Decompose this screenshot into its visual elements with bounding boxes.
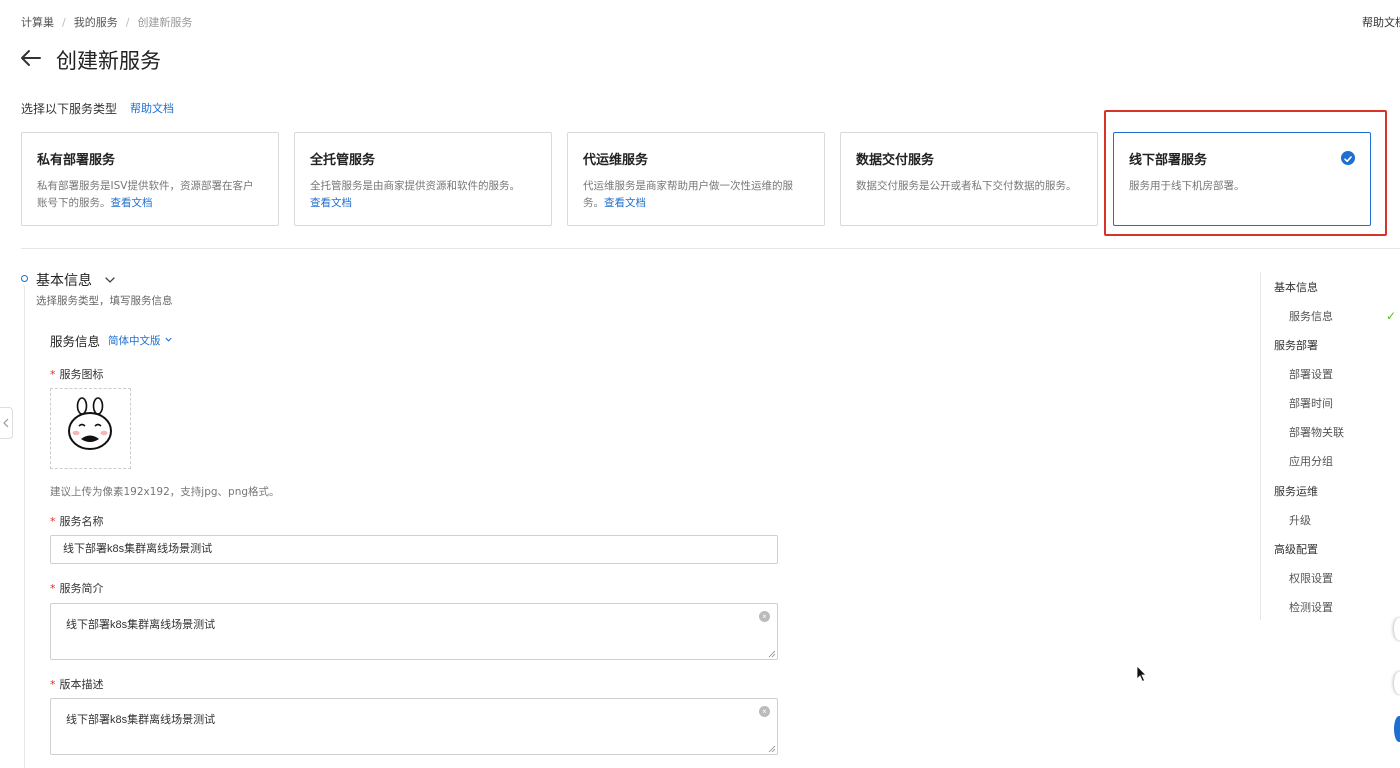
chevron-down-icon[interactable] <box>104 271 116 283</box>
avatar <box>68 397 112 450</box>
service-icon-label: * 服务图标 <box>50 368 104 381</box>
card-title: 线下部署服务 <box>1129 153 1208 168</box>
resize-handle-icon[interactable] <box>768 650 776 658</box>
card-fully-managed[interactable]: 全托管服务 全托管服务是由商家提供资源和软件的服务。 查看文档 <box>294 132 552 226</box>
breadcrumb-current: 创建新服务 <box>137 16 193 29</box>
mouse-cursor-icon <box>1136 665 1147 683</box>
version-desc-textarea[interactable]: 线下部署k8s集群离线场景测试 × <box>50 698 778 755</box>
nav-item-service-info[interactable]: 服务信息 <box>1289 308 1333 324</box>
card-title: 数据交付服务 <box>856 153 935 168</box>
card-private-deploy[interactable]: 私有部署服务 私有部署服务是ISV提供软件，资源部署在客户账号下的服务。查看文档 <box>21 132 279 226</box>
step-rail <box>24 286 25 768</box>
breadcrumb-item-my-services[interactable]: 我的服务 <box>74 14 118 30</box>
right-nav-rail <box>1260 272 1261 620</box>
version-desc-label: * 版本描述 <box>50 678 104 691</box>
chevron-left-icon <box>3 418 9 428</box>
service-info-title: 服务信息 <box>50 334 101 349</box>
nav-item-deploy-settings[interactable]: 部署设置 <box>1289 366 1333 382</box>
card-desc: 全托管服务是由商家提供资源和软件的服务。 查看文档 <box>310 180 520 209</box>
resize-handle-icon[interactable] <box>768 745 776 753</box>
page-title: 创建新服务 <box>56 49 161 73</box>
selected-check-icon <box>1341 151 1355 165</box>
breadcrumb-item-compute-nest[interactable]: 计算巢 <box>21 14 54 30</box>
chevron-down-icon <box>165 337 172 342</box>
service-icon-upload[interactable] <box>50 388 131 469</box>
nav-group-basic-info[interactable]: 基本信息 <box>1274 279 1318 295</box>
clear-icon[interactable]: × <box>759 706 770 717</box>
nav-item-app-group[interactable]: 应用分组 <box>1289 453 1333 469</box>
nav-group-deploy[interactable]: 服务部署 <box>1274 337 1318 353</box>
card-doc-link[interactable]: 查看文档 <box>111 197 153 209</box>
breadcrumb-separator: / <box>62 15 66 29</box>
icon-hint-text: 建议上传为像素192x192，支持jpg、png格式。 <box>50 486 280 498</box>
nav-group-advanced[interactable]: 高级配置 <box>1274 541 1318 557</box>
service-name-label: * 服务名称 <box>50 515 104 528</box>
nav-item-deploy-time[interactable]: 部署时间 <box>1289 395 1333 411</box>
summary-text: 线下部署k8s集群离线场景测试 <box>66 619 216 631</box>
language-select[interactable]: 简体中文版 <box>108 333 173 348</box>
back-arrow-icon[interactable] <box>20 46 42 70</box>
help-doc-link[interactable]: 帮助文档 <box>1362 14 1400 30</box>
breadcrumb: 计算巢 / 我的服务 / 创建新服务 <box>21 14 192 30</box>
card-desc: 服务用于线下机房部署。 <box>1129 180 1245 192</box>
card-offline-deploy[interactable]: 线下部署服务 服务用于线下机房部署。 <box>1113 132 1371 226</box>
service-summary-label: * 服务简介 <box>50 582 104 595</box>
card-managed-ops[interactable]: 代运维服务 代运维服务是商家帮助用户做一次性运维的服务。查看文档 <box>567 132 825 226</box>
card-doc-link[interactable]: 查看文档 <box>604 197 646 209</box>
service-type-help-link[interactable]: 帮助文档 <box>130 100 174 116</box>
card-title: 全托管服务 <box>310 153 376 168</box>
floating-tool-button[interactable] <box>1394 672 1400 694</box>
check-icon: ✓ <box>1386 309 1397 323</box>
service-type-label: 选择以下服务类型 <box>21 102 118 116</box>
floating-tool-button[interactable] <box>1394 618 1400 640</box>
section-divider <box>21 248 1400 249</box>
service-summary-textarea[interactable]: 线下部署k8s集群离线场景测试 × <box>50 603 778 660</box>
card-doc-link[interactable]: 查看文档 <box>310 197 352 209</box>
sidebar-collapse-button[interactable] <box>0 407 13 439</box>
nav-item-upgrade[interactable]: 升级 <box>1289 512 1311 528</box>
nav-item-permission[interactable]: 权限设置 <box>1289 570 1333 586</box>
card-title: 代运维服务 <box>583 153 649 168</box>
breadcrumb-separator: / <box>125 15 130 29</box>
clear-icon[interactable]: × <box>759 611 770 622</box>
card-data-delivery[interactable]: 数据交付服务 数据交付服务是公开或者私下交付数据的服务。 <box>840 132 1098 226</box>
card-desc: 代运维服务是商家帮助用户做一次性运维的服务。查看文档 <box>583 180 793 209</box>
nav-item-artifact-link[interactable]: 部署物关联 <box>1289 424 1344 440</box>
section-title-basic-info: 基本信息 <box>36 273 92 289</box>
floating-assistant-button[interactable] <box>1394 716 1400 742</box>
nav-group-ops[interactable]: 服务运维 <box>1274 483 1318 499</box>
section-subtitle: 选择服务类型，填写服务信息 <box>36 295 173 307</box>
card-desc: 数据交付服务是公开或者私下交付数据的服务。 <box>856 180 1077 192</box>
version-text: 线下部署k8s集群离线场景测试 <box>66 714 216 726</box>
card-title: 私有部署服务 <box>37 153 116 168</box>
step-dot-icon <box>21 275 28 282</box>
service-name-input[interactable]: 线下部署k8s集群离线场景测试 <box>50 535 778 564</box>
card-desc: 私有部署服务是ISV提供软件，资源部署在客户账号下的服务。查看文档 <box>37 180 254 209</box>
nav-item-detection[interactable]: 检测设置 <box>1289 599 1333 615</box>
